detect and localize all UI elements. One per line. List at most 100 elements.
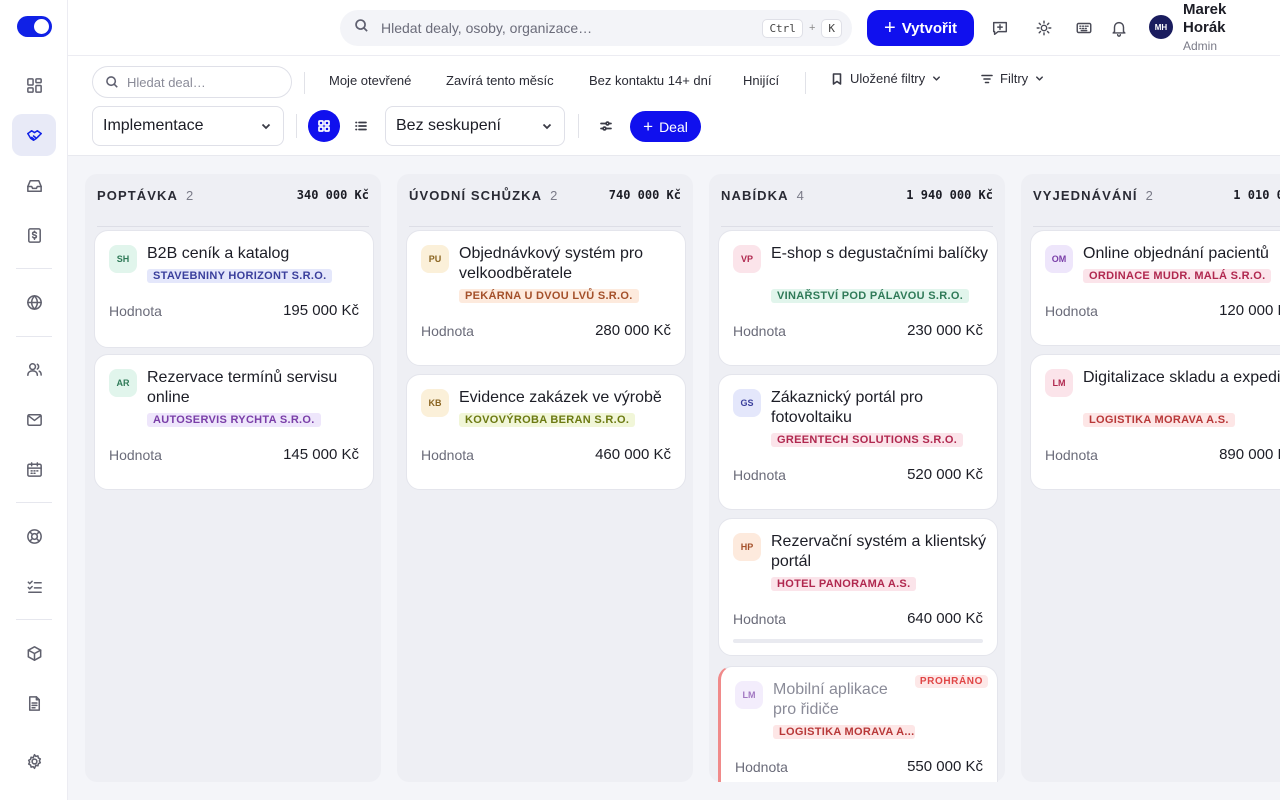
stage-header: NABÍDKA 4 1 940 000 Kč	[721, 187, 993, 227]
deal-card[interactable]: SH B2B ceník a katalog STAVEBNINY HORIZO…	[94, 230, 374, 348]
user-avatar[interactable]: MH	[1149, 15, 1173, 39]
deals-handshake-icon[interactable]	[12, 114, 56, 156]
deal-card-lost[interactable]: LM Mobilní aplikace pro řidiče PROHRÁNO …	[718, 666, 998, 782]
plus-icon: +	[884, 17, 896, 39]
company-tag[interactable]: STAVEBNINY HORIZONT S.R.O.	[147, 269, 333, 283]
document-icon[interactable]	[12, 682, 56, 724]
bookmark-icon	[832, 72, 842, 85]
keyboard-icon[interactable]	[1073, 17, 1095, 39]
company-avatar: AR	[109, 369, 137, 397]
stage-column: NABÍDKA 4 1 940 000 Kč VP E-shop s degus…	[709, 174, 1005, 782]
global-search-placeholder: Hledat dealy, osoby, organizace…	[381, 20, 593, 36]
company-avatar: LM	[735, 681, 763, 709]
deal-title: Rezervace termínů servisu online	[147, 369, 338, 406]
stage-count: 2	[186, 188, 194, 203]
filter-lines-icon	[981, 74, 993, 83]
add-deal-button[interactable]: + Deal	[630, 111, 701, 142]
company-tag[interactable]: LOGISTIKA MORAVA A.S.	[1083, 413, 1235, 427]
chevron-down-icon	[933, 76, 941, 81]
quick-filter-no-contact[interactable]: Bez kontaktu 14+ dní	[589, 73, 712, 88]
notification-bell-icon[interactable]	[1108, 17, 1130, 39]
company-tag[interactable]: PEKÁRNA U DVOU LVŮ S.R.O.	[459, 289, 639, 303]
deal-title: Objednávkový systém pro velkoodběratele	[459, 245, 644, 282]
grid-icon	[318, 120, 330, 132]
stage-count: 4	[796, 188, 804, 203]
deal-card[interactable]: LM Digitalizace skladu a expedice LOGIST…	[1030, 354, 1280, 490]
plus-icon: +	[643, 117, 654, 136]
company-avatar: HP	[733, 533, 761, 561]
quick-filter-rotting[interactable]: Hnijící	[743, 73, 779, 88]
value-label: Hodnota	[109, 303, 162, 319]
deal-value: 230 000 Kč	[907, 322, 983, 339]
invoice-dollar-icon[interactable]	[12, 214, 56, 256]
chevron-down-icon	[1036, 76, 1044, 81]
shortcut-k-key: K	[821, 18, 842, 38]
deal-value: 520 000 Kč	[907, 466, 983, 483]
company-tag[interactable]: AUTOSERVIS RYCHTA S.R.O.	[147, 413, 321, 427]
dashboard-icon[interactable]	[12, 64, 56, 106]
deal-card[interactable]: PU Objednávkový systém pro velkoodběrate…	[406, 230, 686, 366]
grouping-select[interactable]: Bez seskupení	[385, 106, 565, 146]
deal-title: Mobilní aplikace pro řidiče	[773, 681, 888, 718]
globe-icon[interactable]	[12, 281, 56, 323]
deal-card[interactable]: AR Rezervace termínů servisu online AUTO…	[94, 354, 374, 490]
filter-divider	[296, 114, 297, 138]
deal-card[interactable]: VP E-shop s degustačními balíčky VINAŘST…	[718, 230, 998, 366]
company-tag[interactable]: VINAŘSTVÍ POD PÁLAVOU S.R.O.	[771, 289, 970, 303]
list-icon	[355, 121, 367, 131]
add-note-icon[interactable]	[989, 17, 1011, 39]
quick-filter-closing-this-month[interactable]: Zavírá tento měsíc	[446, 73, 554, 88]
stage-count: 2	[550, 188, 558, 203]
deal-card[interactable]: KB Evidence zakázek ve výrobě KOVOVÝROBA…	[406, 374, 686, 490]
company-tag[interactable]: HOTEL PANORAMA A.S.	[771, 577, 917, 591]
create-button-label: Vytvořit	[901, 19, 957, 37]
company-tag[interactable]: ORDINACE MUDR. MALÁ S.R.O.	[1083, 269, 1272, 283]
saved-filters-dropdown[interactable]: Uložené filtry	[830, 71, 942, 86]
chevron-down-icon	[261, 123, 271, 130]
user-name[interactable]: Marek Horák	[1183, 1, 1253, 37]
app-logo[interactable]	[17, 16, 52, 37]
deal-card[interactable]: OM Online objednání pacientů ORDINACE MU…	[1030, 230, 1280, 346]
deal-search-placeholder: Hledat deal…	[127, 74, 206, 90]
sidebar-divider	[16, 619, 52, 620]
stage-sum: 1 940 000 Kč	[906, 188, 993, 202]
deal-value: 890 000 Kč	[1219, 446, 1280, 463]
inbox-icon[interactable]	[12, 164, 56, 206]
stage-cards-clip: OM Online objednání pacientů ORDINACE MU…	[1021, 174, 1280, 782]
value-label: Hodnota	[421, 447, 474, 463]
deal-title: E-shop s degustačními balíčky	[771, 245, 988, 262]
global-search[interactable]: Hledat dealy, osoby, organizace… Ctrl + …	[340, 10, 852, 46]
value-label: Hodnota	[421, 323, 474, 339]
mail-icon[interactable]	[12, 398, 56, 440]
deal-search-input[interactable]: Hledat deal…	[92, 66, 292, 98]
company-tag[interactable]: KOVOVÝROBA BERAN S.R.O.	[459, 413, 636, 427]
pipeline-select-value: Implementace	[103, 117, 204, 134]
list-view-button[interactable]	[345, 110, 377, 142]
calendar-icon[interactable]	[12, 448, 56, 490]
theme-sun-icon[interactable]	[1033, 17, 1055, 39]
shortcut-ctrl-key: Ctrl	[762, 18, 803, 38]
product-box-icon[interactable]	[12, 632, 56, 674]
company-avatar: VP	[733, 245, 761, 273]
pipeline-select[interactable]: Implementace	[92, 106, 284, 146]
support-lifebuoy-icon[interactable]	[12, 515, 56, 557]
company-tag[interactable]: LOGISTIKA MORAVA A...	[773, 725, 915, 739]
settings-gear-icon[interactable]	[12, 740, 56, 782]
company-tag[interactable]: GREENTECH SOLUTIONS S.R.O.	[771, 433, 964, 447]
contacts-people-icon[interactable]	[12, 348, 56, 390]
value-label: Hodnota	[109, 447, 162, 463]
stage-column: POPTÁVKA 2 340 000 Kč SH B2B ceník a kat…	[85, 174, 381, 782]
board-settings-button[interactable]	[590, 110, 622, 142]
filters-dropdown[interactable]: Filtry	[980, 71, 1045, 86]
task-checklist-icon[interactable]	[12, 565, 56, 607]
deal-card[interactable]: GS Zákaznický portál pro fotovoltaiku GR…	[718, 374, 998, 510]
deal-value: 120 000 Kč	[1219, 302, 1280, 319]
company-avatar: GS	[733, 389, 761, 417]
kanban-view-button[interactable]	[308, 110, 340, 142]
create-button[interactable]: + Vytvořit	[867, 10, 974, 46]
quick-filter-my-open[interactable]: Moje otevřené	[329, 73, 411, 88]
value-label: Hodnota	[733, 467, 786, 483]
filter-divider	[304, 72, 305, 94]
sidebar	[0, 0, 68, 800]
deal-card[interactable]: HP Rezervační systém a klientský portál …	[718, 518, 998, 656]
